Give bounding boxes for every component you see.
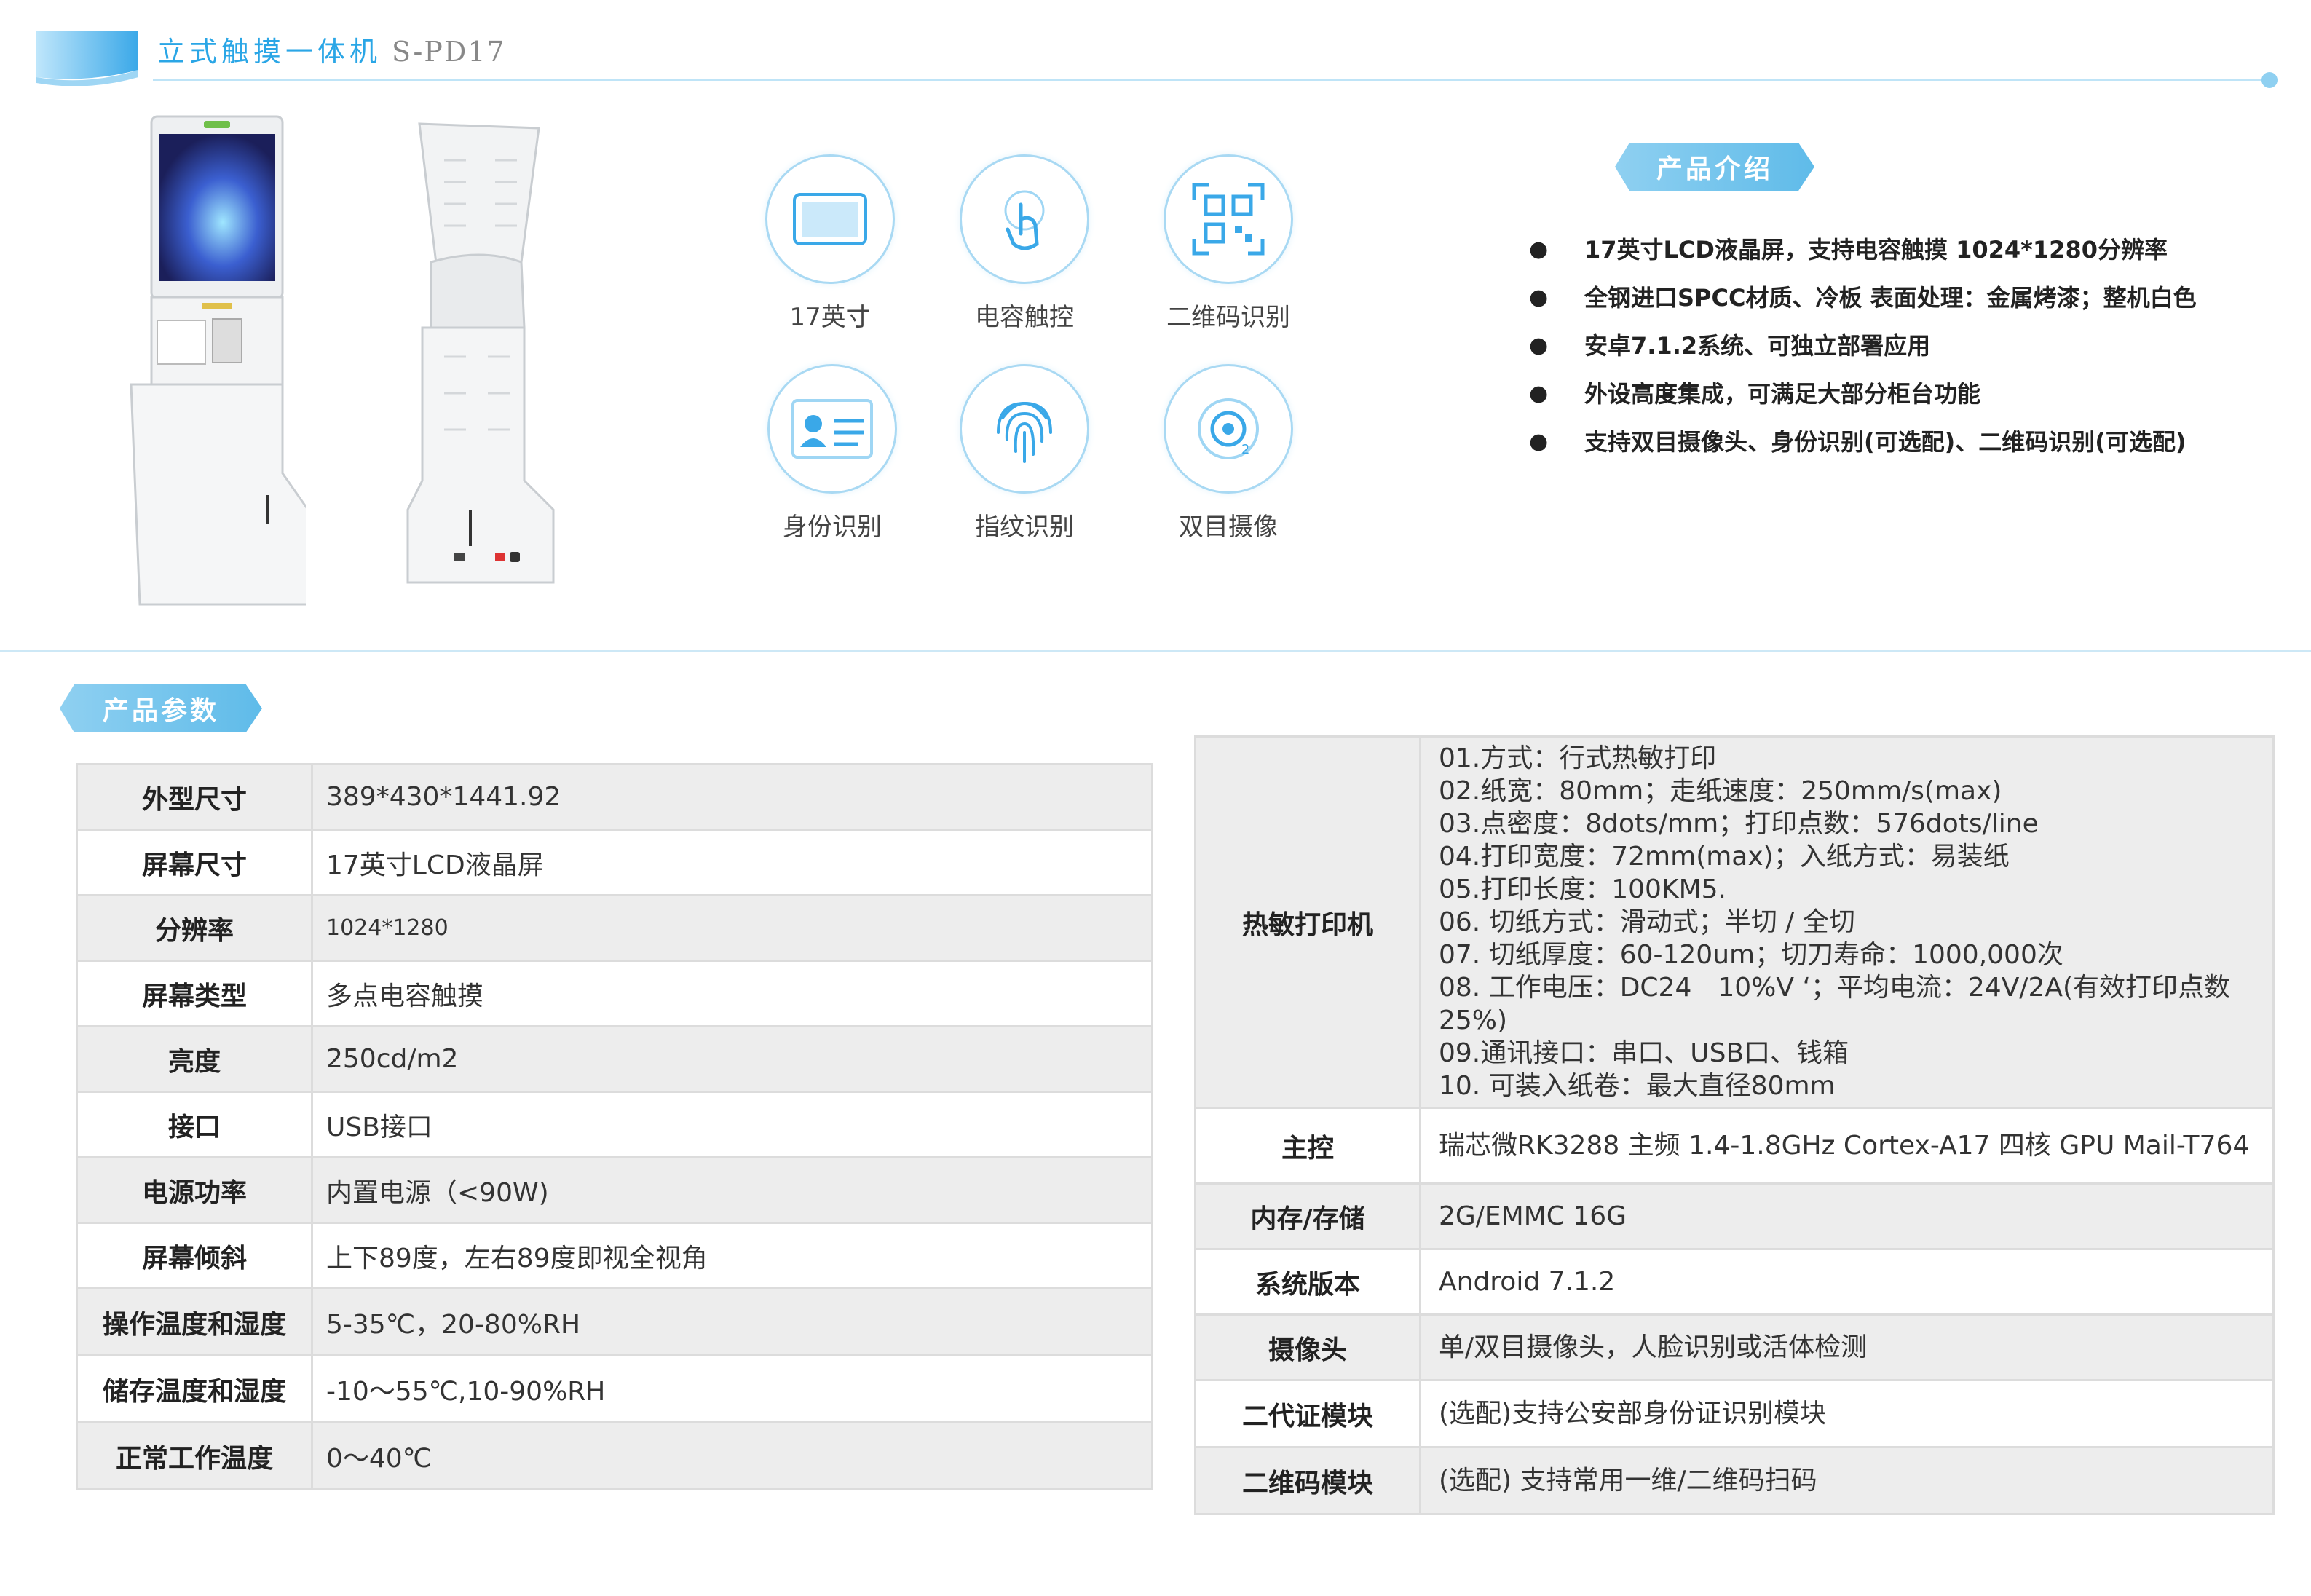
header-tab-decoration bbox=[36, 31, 138, 86]
intro-item: ● 17英寸LCD液晶屏，支持电容触摸 1024*1280分辨率 bbox=[1529, 236, 2168, 264]
printer-spec-line: 07. 切纸厚度：60-120um；切刀寿命：1000,000次 bbox=[1439, 940, 2063, 970]
header-divider-dot bbox=[2261, 72, 2278, 88]
intro-item: ● 全钢进口SPCC材质、冷板 表面处理：金属烤漆；整机白色 bbox=[1529, 284, 2197, 312]
table-row: 正常工作温度 0～40℃ bbox=[76, 1421, 1153, 1490]
table-row: 主控 瑞芯微RK3288 主频 1.4-1.8GHz Cortex-A17 四核 … bbox=[1194, 1107, 2275, 1185]
table-row: 二代证模块 (选配)支持公安部身份证识别模块 bbox=[1194, 1379, 2275, 1448]
intro-item: ● 外设高度集成，可满足大部分柜台功能 bbox=[1529, 380, 1981, 408]
feature-qrcode: 二维码识别 bbox=[1108, 154, 1348, 333]
table-row: 储存温度和湿度 -10～55℃,10-90%RH bbox=[76, 1354, 1153, 1423]
table-row: 屏幕倾斜 上下89度，左右89度即视全视角 bbox=[76, 1222, 1153, 1289]
printer-spec-line: 04.打印宽度：72mm(max)；入纸方式：易装纸 bbox=[1439, 842, 2010, 872]
spec-table-right: 热敏打印机 01.方式：行式热敏打印 02.纸宽：80mm；走纸速度：250mm… bbox=[1194, 735, 2275, 1515]
table-row: 外型尺寸 389*430*1441.92 bbox=[76, 763, 1153, 831]
fingerprint-icon bbox=[997, 401, 1052, 463]
feature-label: 双目摄像 bbox=[1179, 513, 1278, 542]
id-card-icon bbox=[791, 399, 873, 459]
printer-spec-line: 01.方式：行式热敏打印 bbox=[1439, 743, 1717, 773]
params-ribbon: 产品参数 bbox=[60, 684, 262, 732]
printer-spec-line: 10. 可装入纸卷：最大直径80mm bbox=[1439, 1071, 1836, 1101]
feature-label: 二维码识别 bbox=[1166, 303, 1290, 332]
screen-icon bbox=[793, 193, 867, 245]
spec-table-left: 外型尺寸 389*430*1441.92 屏幕尺寸 17英寸LCD液晶屏 分辨率 10… bbox=[76, 763, 1153, 1490]
table-row: 摄像头 单/双目摄像头，人脸识别或活体检测 bbox=[1194, 1313, 2275, 1381]
page-title: 立式触摸一体机 S-PD17 bbox=[157, 36, 506, 68]
printer-spec-line: 09.通讯接口：串口、USB口、钱箱 bbox=[1439, 1038, 1849, 1068]
table-row: 接口 USB接口 bbox=[76, 1091, 1153, 1158]
header-divider bbox=[153, 79, 2264, 81]
intro-item: ● 支持双目摄像头、身份识别(可选配)、二维码识别(可选配) bbox=[1529, 428, 2186, 456]
qrcode-icon bbox=[1192, 183, 1265, 256]
kiosk-front-image bbox=[130, 115, 306, 606]
table-row: 屏幕尺寸 17英寸LCD液晶屏 bbox=[76, 829, 1153, 896]
printer-spec-line: 05.打印长度：100KM5. bbox=[1439, 874, 1726, 904]
table-row: 电源功率 内置电源（<90W) bbox=[76, 1156, 1153, 1224]
intro-item: ● 安卓7.1.2系统、可独立部署应用 bbox=[1529, 332, 1931, 360]
kiosk-back-image bbox=[406, 122, 555, 584]
table-row: 操作温度和湿度 5-35℃，20-80%RH bbox=[76, 1287, 1153, 1356]
table-row: 热敏打印机 01.方式：行式热敏打印 02.纸宽：80mm；走纸速度：250mm… bbox=[1194, 735, 2275, 1109]
table-row: 分辨率 1024*1280 bbox=[76, 894, 1153, 962]
table-row: 亮度 250cd/m2 bbox=[76, 1025, 1153, 1093]
table-row: 屏幕类型 多点电容触摸 bbox=[76, 960, 1153, 1027]
printer-spec-line: 03.点密度：8dots/mm；打印点数：576dots/line bbox=[1439, 809, 2039, 839]
printer-spec-line: 02.纸宽：80mm；走纸速度：250mm/s(max) bbox=[1439, 776, 2002, 806]
intro-ribbon: 产品介绍 bbox=[1615, 143, 1814, 191]
printer-spec-line: 06. 切纸方式：滑动式；半切 / 全切 bbox=[1439, 907, 1855, 937]
svg-text:2: 2 bbox=[1241, 442, 1249, 457]
model-code: S-PD17 bbox=[392, 36, 506, 68]
printer-spec-line: 08. 工作电压：DC24 10%V ‘；平均电流：24V/2A(有效打印点数2… bbox=[1439, 973, 2231, 1035]
table-row: 系统版本 Android 7.1.2 bbox=[1194, 1248, 2275, 1316]
feature-dual-camera: 2 双目摄像 bbox=[1108, 364, 1348, 542]
section-divider bbox=[0, 650, 2311, 652]
table-row: 二维码模块 (选配) 支持常用一维/二维码扫码 bbox=[1194, 1446, 2275, 1515]
intro-list: ● 17英寸LCD液晶屏，支持电容触摸 1024*1280分辨率 ● 全钢进口SPC… bbox=[1529, 226, 2272, 466]
table-row: 内存/存储 2G/EMMC 16G bbox=[1194, 1182, 2275, 1250]
camera-icon: 2 bbox=[1198, 398, 1259, 459]
touch-icon bbox=[1004, 190, 1045, 250]
